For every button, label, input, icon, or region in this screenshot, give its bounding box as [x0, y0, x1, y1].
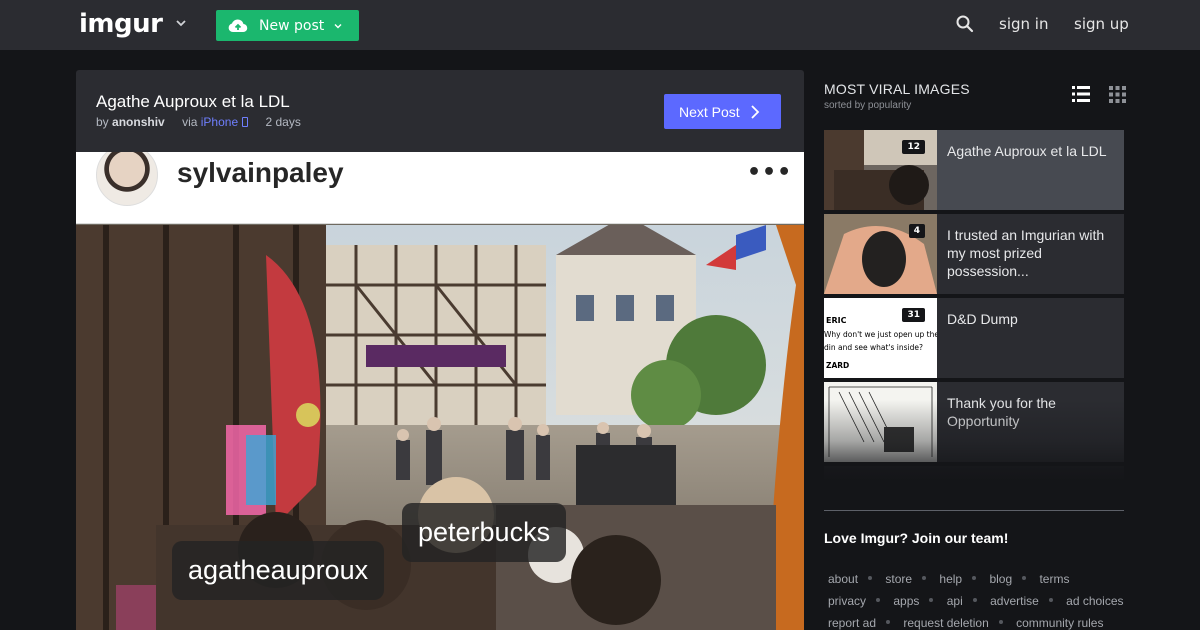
separator-dot [1022, 576, 1027, 580]
imgur-logo[interactable]: imgur [79, 9, 163, 39]
separator-dot [972, 576, 977, 580]
next-post-label: Next Post [679, 103, 740, 120]
sidebar-divider [824, 510, 1124, 511]
viral-item-title: Agathe Auproux et la LDL [947, 143, 1107, 159]
thumbnail-caption-line: din and see what's inside? [824, 343, 923, 352]
footer-link-help[interactable]: help [939, 572, 962, 586]
footer-link-terms[interactable]: terms [1039, 572, 1069, 586]
comment-count-badge: 12 [902, 140, 925, 154]
viral-item[interactable]: Thank you for the Opportunity [824, 382, 1124, 462]
separator-dot [868, 576, 873, 580]
chevron-down-icon[interactable] [333, 21, 343, 31]
post-age: 2 days [265, 115, 301, 129]
instagram-username: sylvainpaley [177, 157, 344, 188]
thumbnail-caption-line: ZARD [826, 361, 849, 370]
instagram-header: sylvainpaley ••• [76, 152, 804, 224]
footer-link-api[interactable]: api [947, 594, 963, 608]
comment-count-badge: 31 [902, 308, 925, 322]
chevron-down-icon[interactable] [174, 16, 188, 30]
by-prefix: by [96, 115, 109, 129]
sign-in-link[interactable]: sign in [999, 15, 1048, 33]
join-team-link[interactable]: Love Imgur? Join our team! [824, 530, 1008, 546]
search-icon[interactable] [955, 14, 975, 34]
new-post-label: New post [259, 17, 325, 34]
grid-view-icon[interactable] [1109, 86, 1126, 103]
new-post-button[interactable]: New post [216, 10, 359, 41]
avatar [96, 152, 158, 206]
footer-link-about[interactable]: about [828, 572, 858, 586]
footer-link-advertise[interactable]: advertise [990, 594, 1039, 608]
upload-cloud-icon [228, 18, 248, 32]
next-post-button[interactable]: Next Post [664, 94, 781, 129]
separator-dot [1048, 598, 1053, 602]
list-view-icon[interactable] [1072, 85, 1090, 103]
viral-thumbnail: ERIC Why don't we just open up the din a… [824, 298, 939, 378]
post-image[interactable]: sylvainpaley ••• peterbucks agatheauprou… [76, 152, 804, 630]
viral-thumbnail [824, 382, 937, 462]
more-options-icon: ••• [747, 160, 793, 185]
footer-link-request-deletion[interactable]: request deletion [903, 616, 988, 630]
post-meta: by anonshiv via iPhone 2 days [96, 115, 301, 129]
separator-dot [972, 598, 977, 602]
thumbnail-caption-line: ERIC [826, 316, 847, 325]
sidebar-title: MOST VIRAL IMAGES [824, 81, 970, 97]
photo-tag-agatheauproux: agatheauproux [172, 541, 385, 600]
viral-item-title: I trusted an Imgurian with my most prize… [947, 227, 1105, 279]
viral-item-title: Thank you for the Opportunity [947, 395, 1056, 429]
separator-dot [998, 620, 1003, 624]
footer-link-ad-choices[interactable]: ad choices [1066, 594, 1123, 608]
footer-link-report-ad[interactable]: report ad [828, 616, 876, 630]
footer-link-apps[interactable]: apps [893, 594, 919, 608]
footer-link-blog[interactable]: blog [989, 572, 1012, 586]
viral-thumbnail: 12 [824, 130, 937, 210]
footer-link-store[interactable]: store [885, 572, 912, 586]
via-device-link[interactable]: iPhone [201, 115, 238, 129]
phone-icon [242, 117, 249, 127]
viral-thumbnail: 4 [824, 214, 937, 294]
viral-item-partial [824, 466, 1124, 480]
separator-dot [922, 576, 927, 580]
footer-link-community-rules[interactable]: community rules [1016, 616, 1103, 630]
thumbnail-caption-line: Why don't we just open up the [824, 330, 937, 339]
separator-dot [886, 620, 891, 624]
viral-item[interactable]: 4 I trusted an Imgurian with my most pri… [824, 214, 1124, 294]
post-title: Agathe Auproux et la LDL [96, 92, 290, 111]
comment-count-badge: 4 [908, 224, 925, 238]
viral-item[interactable]: 12 Agathe Auproux et la LDL [824, 130, 1124, 210]
sidebar-subtitle: sorted by popularity [824, 100, 912, 111]
sign-up-link[interactable]: sign up [1074, 15, 1129, 33]
footer-link-privacy[interactable]: privacy [828, 594, 866, 608]
footer-links: about store help blog terms privacy apps… [828, 568, 1128, 630]
via-prefix: via [182, 115, 198, 129]
chevron-right-icon [751, 104, 759, 119]
separator-dot [929, 598, 934, 602]
viral-item-title: D&D Dump [947, 311, 1018, 327]
viral-item[interactable]: ERIC Why don't we just open up the din a… [824, 298, 1124, 378]
separator-dot [876, 598, 881, 602]
top-navigation-bar: imgur New post sign in sign up [0, 0, 1200, 50]
photo-tag-peterbucks: peterbucks [402, 503, 567, 562]
post-author-link[interactable]: anonshiv [112, 115, 165, 129]
